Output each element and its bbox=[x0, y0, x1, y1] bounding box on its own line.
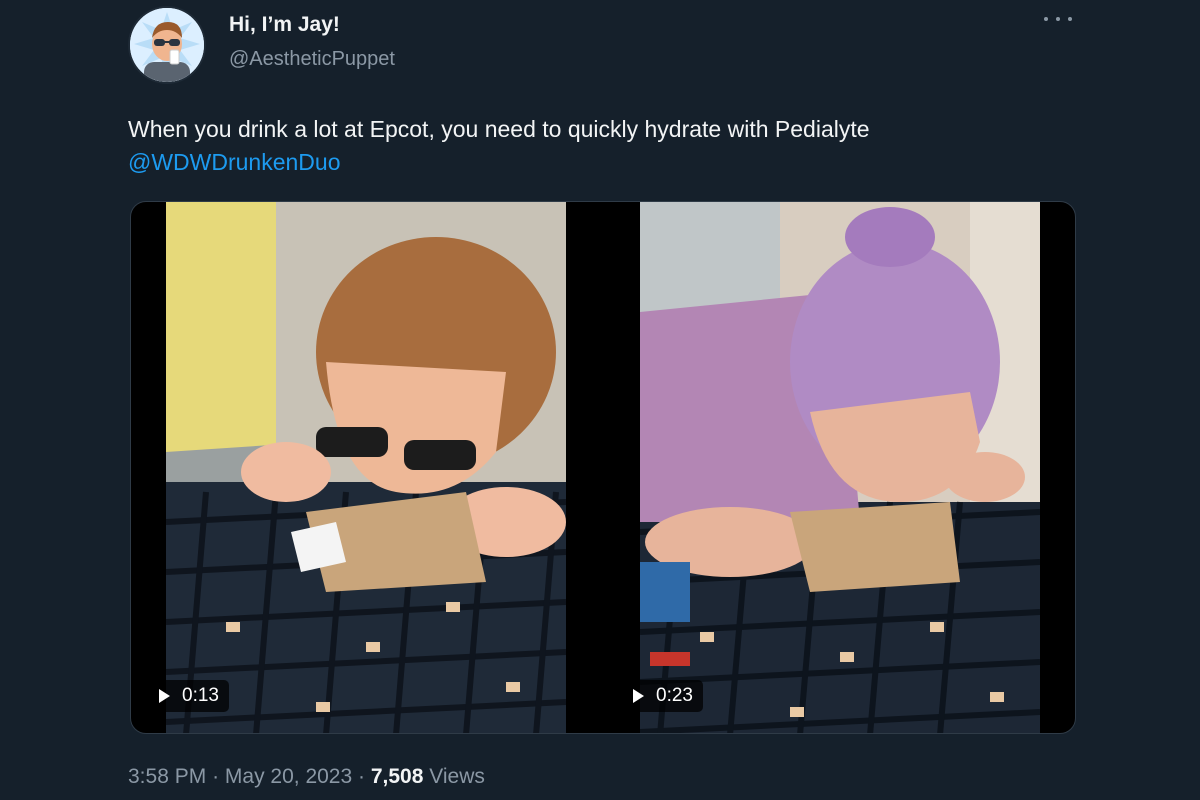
tweet-text: When you drink a lot at Epcot, you need … bbox=[128, 113, 1078, 179]
tweet-body: When you drink a lot at Epcot, you need … bbox=[128, 116, 870, 142]
duration-text: 0:23 bbox=[656, 685, 693, 706]
tweet-time[interactable]: 3:58 PM bbox=[128, 765, 206, 788]
author-display-name[interactable]: Hi, I’m Jay! bbox=[229, 13, 340, 37]
video-duration-badge: 0:23 bbox=[625, 680, 703, 712]
dot bbox=[1044, 17, 1048, 21]
tweet-date[interactable]: May 20, 2023 bbox=[225, 765, 352, 788]
separator: · bbox=[212, 765, 220, 788]
video-thumbnail-1[interactable] bbox=[166, 202, 566, 733]
play-icon bbox=[633, 689, 644, 703]
views-label: Views bbox=[429, 765, 485, 788]
more-options-icon[interactable] bbox=[1044, 12, 1072, 26]
dot bbox=[1056, 17, 1060, 21]
tweet-meta: 3:58 PM · May 20, 2023 · 7,508 Views bbox=[128, 765, 485, 789]
tweet-card: Hi, I’m Jay! @AestheticPuppet When you d… bbox=[116, 0, 1086, 800]
author-handle[interactable]: @AestheticPuppet bbox=[229, 48, 395, 71]
avatar[interactable] bbox=[128, 6, 206, 84]
cartoon-avatar-icon bbox=[130, 8, 204, 82]
views-count: 7,508 bbox=[370, 765, 424, 788]
play-icon bbox=[159, 689, 170, 703]
mention-link[interactable]: @WDWDrunkenDuo bbox=[128, 146, 1078, 179]
media-container: 0:13 0:23 bbox=[130, 201, 1076, 734]
video-thumbnail-2[interactable] bbox=[640, 202, 1040, 733]
separator: · bbox=[358, 765, 366, 788]
duration-text: 0:13 bbox=[182, 685, 219, 706]
dot bbox=[1068, 17, 1072, 21]
video-duration-badge: 0:13 bbox=[151, 680, 229, 712]
